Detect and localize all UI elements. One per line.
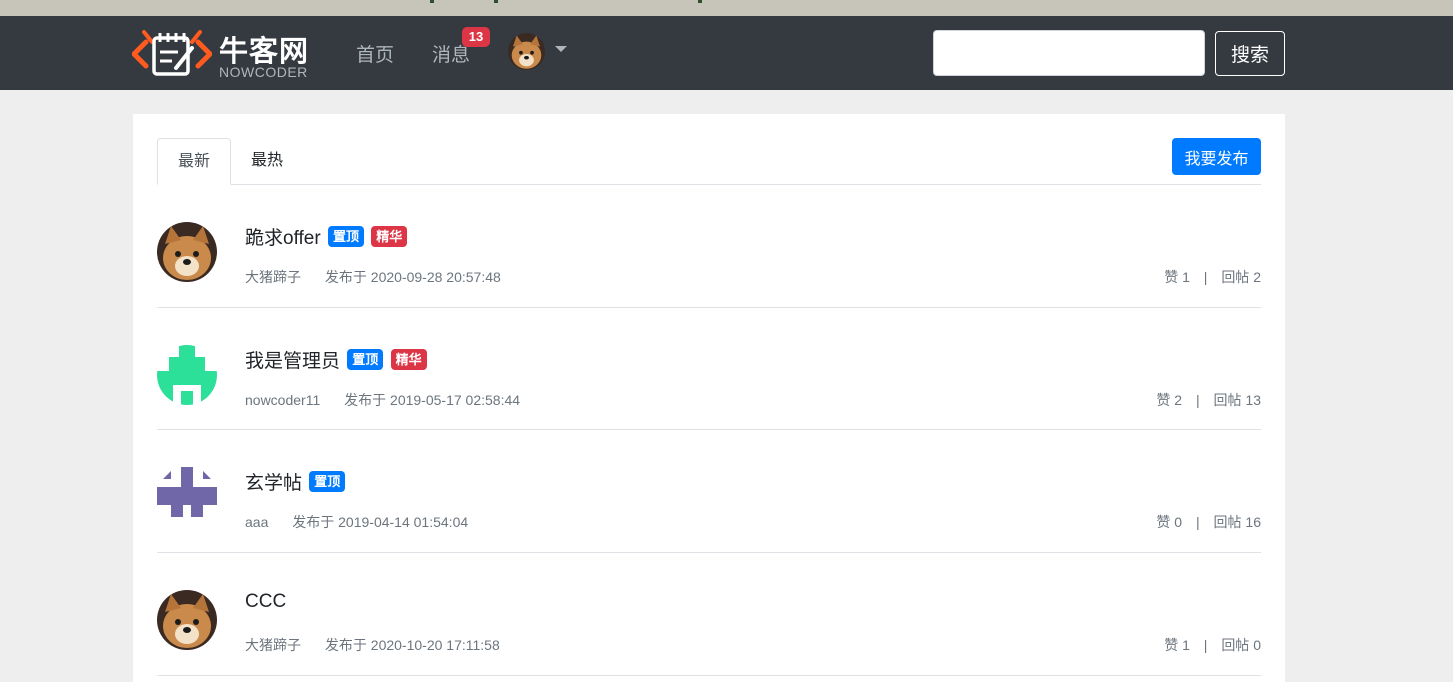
post-tabs: 最新 最热 我要发布 [157, 138, 1261, 185]
post-stats: 赞 1 | 回帖 2 [1164, 267, 1261, 287]
message-count-badge: 13 [462, 27, 490, 47]
dog-avatar-icon [157, 590, 217, 651]
post-author-avatar[interactable] [157, 590, 217, 651]
logo-icon [132, 30, 212, 76]
reply-count: 回帖 2 [1221, 269, 1261, 285]
post-title-text[interactable]: 我是管理员 [245, 351, 340, 372]
pinned-badge: 置顶 [309, 471, 346, 493]
search-input[interactable] [933, 30, 1205, 76]
browser-top-strip [0, 0, 1453, 16]
post-item: CCC 大猪蹄子 发布于 2020-10-20 17:11:58 赞 1 | 回… [157, 553, 1261, 676]
dog-avatar-icon [508, 33, 545, 70]
post-item: 玄学帖 置顶 aaa 发布于 2019-04-14 01:54:04 赞 0 |… [157, 430, 1261, 554]
post-item: 跪求offer 置顶 精华 大猪蹄子 发布于 2020-09-28 20:57:… [157, 185, 1261, 308]
post-title[interactable]: CCC [245, 591, 286, 613]
reply-count: 回帖 13 [1213, 391, 1261, 408]
post-stats: 赞 0 | 回帖 16 [1156, 512, 1261, 532]
tab-latest[interactable]: 最新 [157, 138, 232, 185]
post-author: nowcoder11 [245, 391, 321, 408]
post-title-text[interactable]: 跪求offer [245, 228, 321, 249]
post-author: 大猪蹄子 [245, 269, 301, 285]
post-time: 发布于 2019-04-14 01:54:04 [292, 514, 469, 531]
pinned-badge: 置顶 [347, 348, 384, 370]
logo-subtext: NOWCODER [219, 64, 308, 80]
like-count: 赞 1 [1164, 637, 1190, 654]
featured-badge: 精华 [371, 226, 408, 247]
top-navbar: 牛客网 NOWCODER 首页 消息 13 搜索 [0, 16, 1453, 90]
green-identicon-icon [157, 344, 217, 405]
stats-separator: | [1196, 514, 1200, 531]
like-count: 赞 0 [1156, 514, 1183, 531]
like-count: 赞 2 [1156, 391, 1183, 408]
post-title[interactable]: 玄学帖 置顶 [245, 468, 346, 495]
post-title[interactable]: 我是管理员 置顶 精华 [245, 346, 427, 373]
post-list-panel: 最新 最热 我要发布 跪求offer 置顶 精华 大猪蹄子 发布于 2020-0… [133, 114, 1285, 682]
post-item: 我是管理员 置顶 精华 nowcoder11 发布于 2019-05-17 02… [157, 308, 1261, 431]
reply-count: 回帖 0 [1221, 637, 1261, 654]
stats-separator: | [1203, 637, 1208, 654]
post-time: 发布于 2019-05-17 02:58:44 [344, 391, 521, 408]
purple-identicon-icon [157, 467, 217, 528]
post-author-avatar[interactable] [157, 222, 217, 282]
search-button[interactable]: 搜索 [1215, 31, 1285, 76]
post-title-text[interactable]: 玄学帖 [245, 473, 302, 494]
strip-mark [494, 0, 498, 3]
post-author: aaa [245, 514, 269, 531]
strip-mark [430, 0, 434, 3]
publish-button[interactable]: 我要发布 [1172, 138, 1261, 175]
user-avatar[interactable] [508, 33, 545, 70]
like-count: 赞 1 [1164, 269, 1190, 285]
post-meta: nowcoder11 发布于 2019-05-17 02:58:44 [245, 390, 520, 410]
post-title-text[interactable]: CCC [245, 591, 286, 612]
strip-mark [698, 0, 702, 3]
post-title[interactable]: 跪求offer 置顶 精华 [245, 223, 408, 250]
post-stats: 赞 2 | 回帖 13 [1156, 390, 1261, 410]
dog-avatar-icon [157, 222, 217, 282]
stats-separator: | [1196, 391, 1200, 408]
post-stats: 赞 1 | 回帖 0 [1164, 635, 1261, 655]
reply-count: 回帖 16 [1213, 514, 1261, 531]
stats-separator: | [1203, 269, 1208, 285]
post-author-avatar[interactable] [157, 467, 217, 528]
post-meta: 大猪蹄子 发布于 2020-10-20 17:11:58 [245, 635, 500, 655]
post-time: 发布于 2020-09-28 20:57:48 [324, 269, 501, 285]
post-meta: aaa 发布于 2019-04-14 01:54:04 [245, 512, 468, 532]
post-author: 大猪蹄子 [245, 637, 301, 654]
post-author-avatar[interactable] [157, 344, 217, 405]
featured-badge: 精华 [390, 348, 427, 370]
nav-home-link[interactable]: 首页 [356, 40, 394, 67]
post-time: 发布于 2020-10-20 17:11:58 [324, 637, 500, 654]
pinned-badge: 置顶 [327, 226, 364, 247]
post-list: 跪求offer 置顶 精华 大猪蹄子 发布于 2020-09-28 20:57:… [157, 185, 1261, 676]
chevron-down-icon[interactable] [555, 46, 567, 52]
post-meta: 大猪蹄子 发布于 2020-09-28 20:57:48 [245, 267, 501, 287]
tab-hot[interactable]: 最热 [231, 138, 303, 185]
site-logo[interactable]: 牛客网 NOWCODER [132, 28, 312, 80]
